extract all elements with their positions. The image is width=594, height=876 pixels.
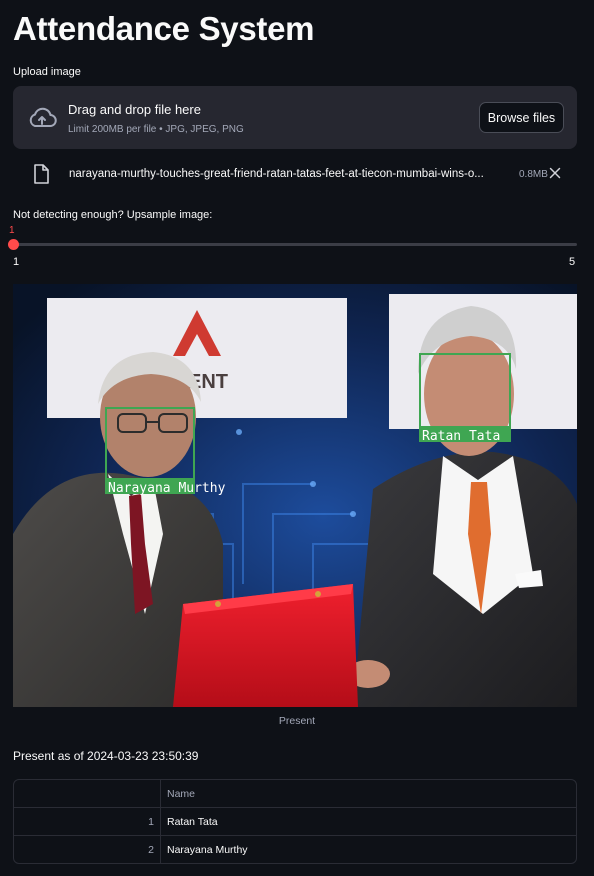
upsample-slider-track[interactable] <box>13 243 577 246</box>
uploaded-file-size: 0.8MB <box>519 169 548 180</box>
slider-current-value: 1 <box>9 225 15 236</box>
slider-max-label: 5 <box>569 256 576 268</box>
table-row[interactable]: 2 Narayana Murthy <box>14 836 576 863</box>
photo-scene: ENT Narayana Murthy Ratan Tata <box>13 284 577 707</box>
cloud-upload-icon <box>29 107 57 127</box>
browse-files-button[interactable]: Browse files <box>479 102 564 133</box>
index-column-header <box>14 780 161 808</box>
upsample-slider-thumb[interactable] <box>8 239 19 250</box>
uploaded-file-name: narayana-murthy-touches-great-friend-rat… <box>69 168 484 180</box>
dropzone-instructions: Drag and drop file here <box>68 102 201 117</box>
face-label-ratan-tata: Ratan Tata <box>422 429 500 444</box>
detected-faces-image: ENT Narayana Murthy Ratan Tata <box>13 284 577 707</box>
upload-label: Upload image <box>13 66 81 78</box>
slider-min-label: 1 <box>13 256 20 268</box>
row-name: Ratan Tata <box>167 816 218 828</box>
upsample-slider-label: Not detecting enough? Upsample image: <box>13 209 213 221</box>
row-index: 1 <box>14 808 161 836</box>
close-icon[interactable] <box>549 167 561 179</box>
table-header-row: Name <box>14 780 576 808</box>
uploaded-file-row: narayana-murthy-touches-great-friend-rat… <box>13 162 577 188</box>
name-column-header[interactable]: Name <box>167 780 195 808</box>
dropzone-limit-text: Limit 200MB per file • JPG, JPEG, PNG <box>68 124 244 135</box>
attendance-table[interactable]: Name 1 Ratan Tata 2 Narayana Murthy <box>13 779 577 864</box>
row-name: Narayana Murthy <box>167 844 248 856</box>
page-title: Attendance System <box>13 10 315 47</box>
file-icon <box>34 164 49 184</box>
table-row[interactable]: 1 Ratan Tata <box>14 808 576 836</box>
file-dropzone[interactable]: Drag and drop file here Limit 200MB per … <box>13 86 577 149</box>
image-caption: Present <box>278 715 316 727</box>
row-index: 2 <box>14 836 161 863</box>
face-label-narayana-murthy: Narayana Murthy <box>108 481 226 496</box>
attendance-heading: Present as of 2024-03-23 23:50:39 <box>13 749 199 763</box>
